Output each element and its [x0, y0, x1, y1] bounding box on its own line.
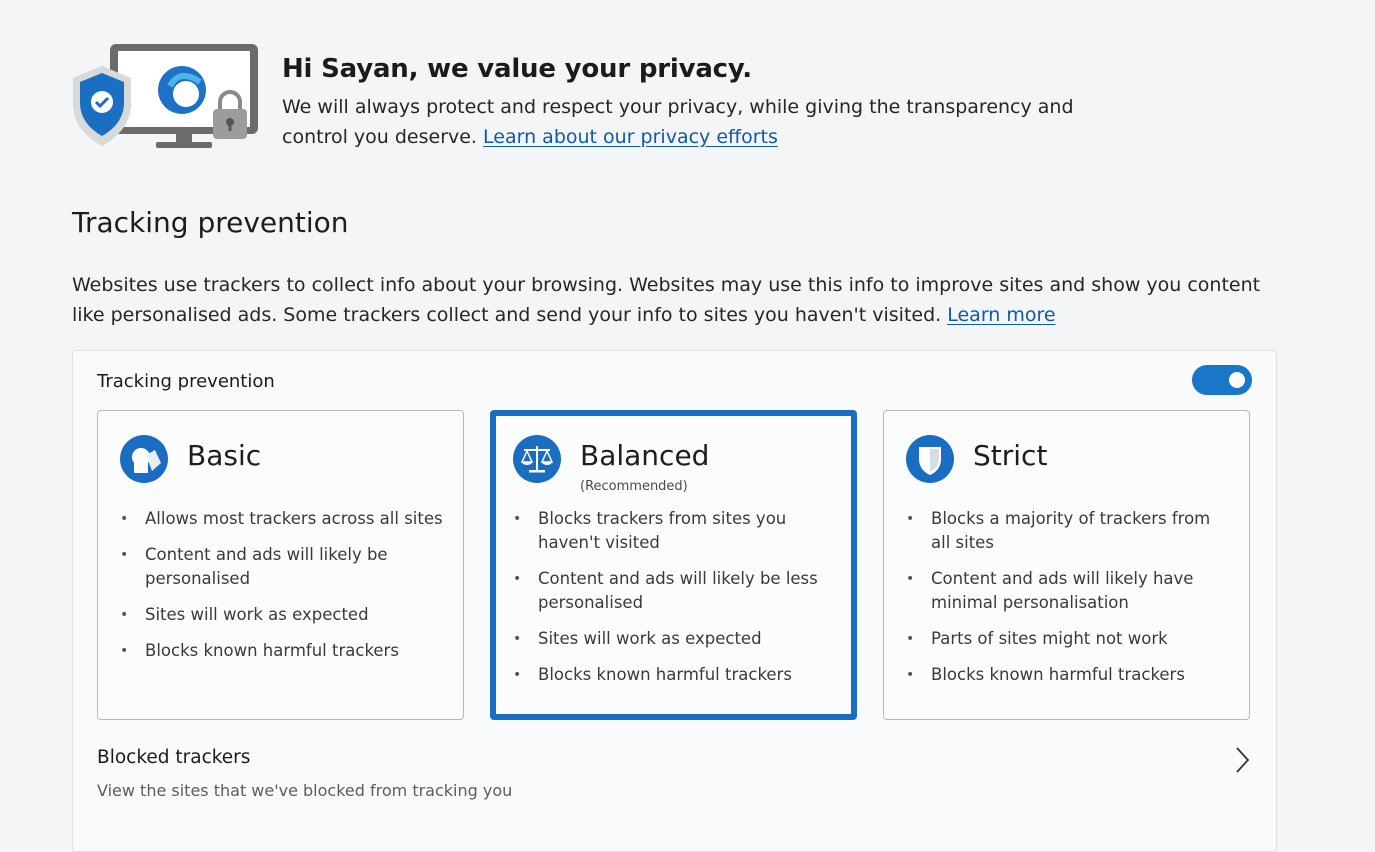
bullet-item: • Blocks known harmful trackers	[906, 665, 1185, 684]
privacy-title: Hi Sayan, we value your privacy.	[282, 54, 752, 84]
basic-shapes-icon	[120, 435, 168, 483]
bullet-item: • Blocks a majority of trackers from all …	[906, 509, 1211, 552]
option-balanced[interactable]: Balanced (Recommended) • Blocks trackers …	[490, 410, 857, 720]
learn-privacy-efforts-link[interactable]: Learn about our privacy efforts	[483, 126, 778, 148]
option-strict[interactable]: Strict • Blocks a majority of trackers fr…	[883, 410, 1250, 720]
blocked-trackers-title: Blocked trackers	[97, 747, 251, 768]
bullet-item: • Content and ads will likely have minima…	[906, 569, 1194, 612]
bullet-item: • Parts of sites might not work	[906, 629, 1168, 648]
option-name: Basic	[187, 439, 262, 472]
bullet-item: • Content and ads will likely be personal…	[120, 545, 388, 588]
blocked-trackers-description: View the sites that we've blocked from t…	[97, 781, 513, 800]
bullet-item: • Blocks known harmful trackers	[120, 641, 399, 660]
option-bullets: • Blocks trackers from sites you haven't …	[511, 507, 833, 699]
privacy-header: Hi Sayan, we value your privacy. We will…	[70, 40, 1270, 160]
balance-scale-icon	[513, 435, 561, 483]
bullet-item: • Sites will work as expected	[513, 629, 762, 648]
learn-more-link[interactable]: Learn more	[947, 304, 1055, 326]
option-bullets: • Blocks a majority of trackers from all …	[904, 507, 1231, 699]
section-description: Websites use trackers to collect info ab…	[72, 270, 1282, 330]
bullet-item: • Allows most trackers across all sites	[120, 509, 443, 528]
card-title: Tracking prevention	[97, 371, 275, 392]
bullet-item: • Blocks trackers from sites you haven't …	[513, 509, 787, 552]
tracking-prevention-card: Tracking prevention Basic • Allows most t…	[72, 350, 1277, 852]
section-title: Tracking prevention	[72, 206, 349, 239]
shield-icon	[906, 435, 954, 483]
option-name: Strict	[973, 439, 1048, 472]
privacy-description: We will always protect and respect your …	[282, 92, 1102, 152]
option-subtitle: (Recommended)	[580, 479, 688, 494]
section-description-text: Websites use trackers to collect info ab…	[72, 274, 1261, 326]
option-bullets: • Allows most trackers across all sites •…	[118, 507, 445, 675]
bullet-item: • Blocks known harmful trackers	[513, 665, 792, 684]
option-basic[interactable]: Basic • Allows most trackers across all s…	[97, 410, 464, 720]
chevron-right-icon	[1236, 747, 1250, 773]
toggle-knob	[1229, 372, 1245, 388]
blocked-trackers-row[interactable]: Blocked trackers View the sites that we'…	[97, 747, 1252, 817]
privacy-illustration-icon	[73, 44, 258, 148]
tracking-prevention-toggle[interactable]	[1192, 365, 1252, 395]
option-name: Balanced	[580, 439, 710, 472]
bullet-item: • Content and ads will likely be less per…	[513, 569, 818, 612]
bullet-item: • Sites will work as expected	[120, 605, 369, 624]
